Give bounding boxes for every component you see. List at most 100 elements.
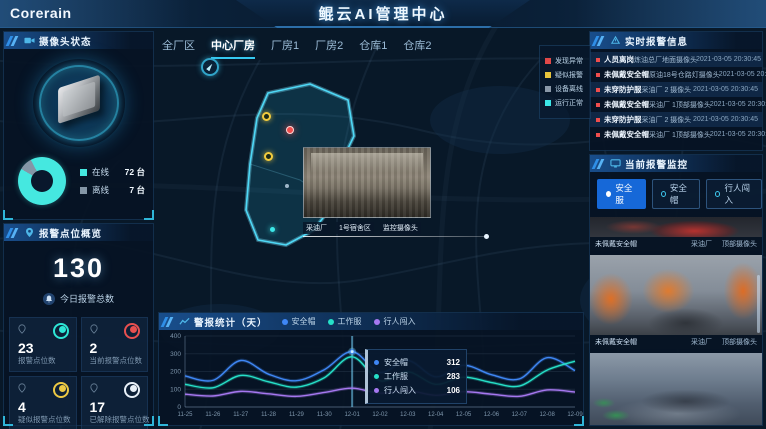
panel-title: 当前报警监控 (625, 157, 688, 171)
svg-text:400: 400 (170, 333, 181, 340)
stat-ring-icon (53, 323, 69, 339)
corerain-logo: Corerain (10, 5, 72, 21)
monitor-filters: 安全服 安全帽 行人闯入 (597, 179, 762, 209)
svg-text:12-01: 12-01 (344, 412, 360, 418)
series-dot (328, 319, 334, 325)
panel-title-decoration (8, 36, 18, 46)
chart-title-bar: 警报统计（天） 安全帽 工作服 行人闯入 (159, 313, 583, 330)
alarm-row[interactable]: 未佩戴安全帽 采油厂 1 顶部摄像头 2021-03-05 20:30:45 (590, 127, 762, 142)
monitor-icon (610, 158, 621, 169)
map-pin-icon (24, 227, 35, 238)
series-dot (374, 319, 380, 325)
tooltip-dot (374, 374, 379, 379)
popup-camera: 监控摄像头 (380, 222, 421, 234)
svg-text:12-07: 12-07 (512, 412, 528, 418)
legend-offline: 离线 7 台 (80, 184, 145, 196)
map-tabs: 全厂区 中心厂房 厂房1 厂房2 仓库1 仓库2 (162, 37, 432, 59)
online-color-swatch (80, 169, 87, 176)
camera-status-panel: 摄像头状态 在线 72 台 离线 7 台 (3, 31, 154, 220)
legend-online: 在线 72 台 (80, 166, 145, 178)
filter-safety-suit-button[interactable]: 安全服 (597, 179, 646, 209)
camera-card[interactable]: 未佩戴安全帽 采油厂 顶部摄像头 (590, 353, 762, 426)
legend-item-offline: 设备离线 (545, 84, 585, 94)
panel-title-decoration (8, 228, 18, 238)
tab-warehouse-2[interactable]: 仓库2 (403, 37, 431, 59)
tab-whole-plant[interactable]: 全厂区 (162, 37, 195, 59)
stat-tile-current-alarms: 2 当前报警点位数 (81, 317, 149, 372)
camera-card[interactable]: 未佩戴安全帽 采油厂 顶部摄像头 (590, 255, 762, 349)
legend-workwear: 工作服 (328, 316, 362, 327)
card-site: 采油厂 (691, 337, 712, 347)
filter-helmet-button[interactable]: 安全帽 (652, 179, 701, 209)
svg-text:12-04: 12-04 (428, 412, 444, 418)
pin-icon (89, 324, 99, 334)
svg-text:12-06: 12-06 (484, 412, 500, 418)
tab-warehouse-1[interactable]: 仓库1 (359, 37, 387, 59)
stat-tile-suspected-alarms: 4 疑似报警点位数 (9, 376, 77, 429)
line-chart-icon (179, 316, 190, 327)
today-alarm-total: 130 (4, 253, 153, 284)
compass-icon[interactable] (201, 58, 219, 76)
panel-title-decoration (594, 159, 604, 169)
chart-tooltip: 安全帽 312 工作服 283 行人闯入 106 (365, 349, 467, 404)
popup-site: 采油厂 (303, 222, 330, 234)
panel-title-decoration (163, 317, 173, 327)
app-header: Corerain 鲲云AI管理中心 (0, 0, 766, 28)
card-site: 采油厂 (691, 239, 712, 249)
camera-online-donut-chart (18, 157, 66, 205)
legend-intrusion: 行人闯入 (374, 316, 416, 327)
donut-legend: 在线 72 台 离线 7 台 (80, 160, 145, 202)
alarm-overview-panel: 报警点位概览 130 今日报警总数 23 报警点位数 2 当前报警点位数 (3, 223, 154, 426)
map-legend: 发现异常 疑似报警 设备离线 运行正常 (539, 45, 591, 119)
camera-status-title-bar: 摄像头状态 (4, 32, 153, 49)
alarm-statistics-panel: 警报统计（天） 安全帽 工作服 行人闯入 010020030040011-251… (158, 312, 584, 426)
tab-central-workshop[interactable]: 中心厂房 (211, 37, 255, 59)
filter-intrusion-button[interactable]: 行人闯入 (706, 179, 762, 209)
svg-text:0: 0 (177, 404, 181, 411)
alarm-row[interactable]: 未穿防护服 采油厂 2 摄像头 2021-03-05 20:30:45 (590, 82, 762, 97)
svg-text:12-05: 12-05 (456, 412, 472, 418)
legend-swatch-red (545, 58, 551, 64)
series-dot (282, 319, 288, 325)
map-marker-normal[interactable] (270, 227, 275, 232)
map-camera-popup[interactable]: 采油厂 1号宿舍区 监控摄像头 (303, 147, 431, 234)
alarm-list: 人员离岗 炼油总厂 地面摄像头 2021-03-05 20:30:45 未佩戴安… (590, 52, 762, 142)
alert-dot-icon (596, 118, 600, 122)
card-camera: 顶部摄像头 (722, 239, 757, 249)
filter-dot-icon (606, 191, 611, 197)
chart-legend: 安全帽 工作服 行人闯入 (282, 316, 416, 327)
tab-workshop-2[interactable]: 厂房2 (315, 37, 343, 59)
legend-item-normal: 运行正常 (545, 98, 585, 108)
alert-dot-icon (596, 73, 600, 77)
alarm-row[interactable]: 未佩戴安全帽 采油厂 1 顶部摄像头 2021-03-05 20:30:45 (590, 97, 762, 112)
alarm-row[interactable]: 人员离岗 炼油总厂 地面摄像头 2021-03-05 20:30:45 (590, 52, 762, 67)
today-alarm-total-label: 今日报警总数 (4, 292, 153, 305)
svg-text:11-30: 11-30 (317, 412, 333, 418)
scrollbar[interactable] (757, 275, 760, 333)
svg-text:11-26: 11-26 (205, 412, 221, 418)
alarm-row[interactable]: 未穿防护服 采油厂 2 摄像头 2021-03-05 20:30:45 (590, 112, 762, 127)
tab-workshop-1[interactable]: 厂房1 (271, 37, 299, 59)
header-decoration-right (576, 0, 766, 28)
alert-dot-icon (596, 103, 600, 107)
camera-icon (24, 35, 35, 46)
panel-title: 报警点位概览 (39, 226, 102, 240)
legend-helmet: 安全帽 (282, 316, 316, 327)
stat-tile-alarm-points: 23 报警点位数 (9, 317, 77, 372)
map-marker-alarm[interactable] (286, 126, 294, 134)
camera-card[interactable]: 未佩戴安全帽 采油厂 顶部摄像头 (590, 217, 762, 251)
panel-title-decoration (594, 36, 604, 46)
map-marker-offline[interactable] (285, 184, 289, 188)
alarm-row[interactable]: 未佩戴安全帽 原油18号仓 路灯摄像头 2021-03-05 20:30:45 (590, 67, 762, 82)
map-marker-suspected[interactable] (262, 112, 271, 121)
alarm-monitor-title-bar: 当前报警监控 (590, 155, 762, 172)
alert-dot-icon (596, 133, 600, 137)
svg-text:12-03: 12-03 (400, 412, 416, 418)
map-marker-suspected[interactable] (264, 152, 273, 161)
card-camera: 顶部摄像头 (722, 337, 757, 347)
camera-feed-image (590, 255, 763, 335)
popup-area: 1号宿舍区 (336, 222, 374, 234)
panel-title: 摄像头状态 (39, 34, 92, 48)
camera-feed-image (590, 353, 763, 426)
alarm-monitor-panel: 当前报警监控 安全服 安全帽 行人闯入 未佩戴安全帽 采油厂 顶 (589, 154, 763, 426)
